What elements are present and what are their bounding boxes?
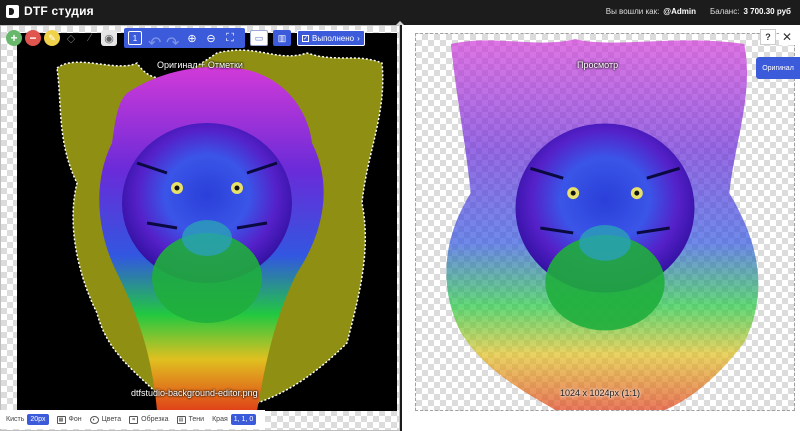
original-toggle-tab[interactable]: Оригинал xyxy=(756,57,800,79)
tiger-image-marked xyxy=(56,49,384,411)
crop-icon: ⌗ xyxy=(129,415,139,424)
single-view-icon[interactable]: ▭ xyxy=(250,30,268,46)
split-view-icon[interactable]: ▥ xyxy=(273,30,291,46)
balance-label: Баланс: xyxy=(709,6,740,16)
brush-controls: 1 ↶ ↷ ⊕ ⊖ ⛶ xyxy=(124,28,245,52)
pencil-icon[interactable]: ✎ xyxy=(44,30,60,46)
edge-setting: Края 1, 1, 0 xyxy=(212,414,257,425)
remove-area-icon[interactable]: − xyxy=(25,30,41,46)
shadow-icon: ▤ xyxy=(176,415,186,424)
zoom-in-icon[interactable]: ⊕ xyxy=(184,30,200,46)
zoom-out-icon[interactable]: ⊖ xyxy=(203,30,219,46)
file-name: dtfstudio-background-editor.png xyxy=(131,388,258,398)
help-button[interactable]: ? xyxy=(760,29,776,45)
app-header: DTF студия Вы вошли как: @Admin Баланс: … xyxy=(0,0,800,22)
edge-label: Края xyxy=(212,416,228,423)
left-panel-caption: Оригинал + Отметки xyxy=(157,60,243,70)
brush-size-value[interactable]: 20px xyxy=(27,414,49,425)
brush-size-label: Кисть xyxy=(6,416,25,423)
undo-icon[interactable]: ↶ xyxy=(148,33,161,52)
colors-label: Цвета xyxy=(101,416,122,423)
logged-in-label: Вы вошли как: xyxy=(605,6,660,16)
background-label: Фон xyxy=(68,416,82,423)
brush-icon[interactable]: ⁄ xyxy=(82,30,98,46)
done-button-label: Выполнено xyxy=(312,33,355,43)
dtf-logo-icon xyxy=(6,4,19,18)
shadows-setting[interactable]: ▤ Тени xyxy=(176,415,205,424)
preview-caption: Просмотр xyxy=(577,60,619,70)
redo-icon[interactable]: ↷ xyxy=(166,33,179,52)
add-area-icon[interactable]: + xyxy=(6,30,22,46)
tiger-image-preview xyxy=(446,38,759,410)
chevron-right-icon: › xyxy=(357,33,360,43)
username[interactable]: @Admin xyxy=(663,7,696,16)
original-canvas[interactable] xyxy=(17,33,397,411)
image-resolution: 1024 x 1024px (1:1) xyxy=(560,388,641,398)
app-title: DTF студия xyxy=(24,4,94,18)
fit-screen-icon[interactable]: ⛶ xyxy=(222,30,238,46)
edge-value[interactable]: 1, 1, 0 xyxy=(230,414,257,425)
shadows-label: Тени xyxy=(188,416,205,423)
brush-size-select[interactable]: 1 xyxy=(128,31,142,45)
balance-value: 3 700.30 руб xyxy=(743,6,791,16)
editor-toolbar: + − ✎ ◇ ⁄ ◉ 1 ↶ ↷ ⊕ ⊖ ⛶ ▭ ▥ ✓ Выполнено … xyxy=(6,27,365,52)
checkbox-icon: ✓ xyxy=(302,34,309,42)
crop-label: Обрезка xyxy=(141,416,169,423)
app-logo[interactable]: DTF студия xyxy=(6,4,94,18)
eraser-icon[interactable]: ◇ xyxy=(63,30,79,46)
background-icon: ▦ xyxy=(56,415,66,424)
sampler-icon[interactable]: ◉ xyxy=(101,30,117,46)
account-info: Вы вошли как: @Admin Баланс: 3 700.30 ру… xyxy=(606,0,791,22)
palette-icon: ◐ xyxy=(89,415,99,424)
preview-canvas[interactable] xyxy=(415,33,795,411)
done-button[interactable]: ✓ Выполнено › xyxy=(297,30,365,46)
close-button[interactable]: ✕ xyxy=(779,29,795,45)
background-setting[interactable]: ▦ Фон xyxy=(56,415,82,424)
brush-size-setting: Кисть 20px xyxy=(6,414,49,425)
colors-setting[interactable]: ◐ Цвета xyxy=(89,415,122,424)
crop-setting[interactable]: ⌗ Обрезка xyxy=(129,415,169,424)
settings-bar: Кисть 20px ▦ Фон ◐ Цвета ⌗ Обрезка ▤ Тен… xyxy=(0,410,265,429)
